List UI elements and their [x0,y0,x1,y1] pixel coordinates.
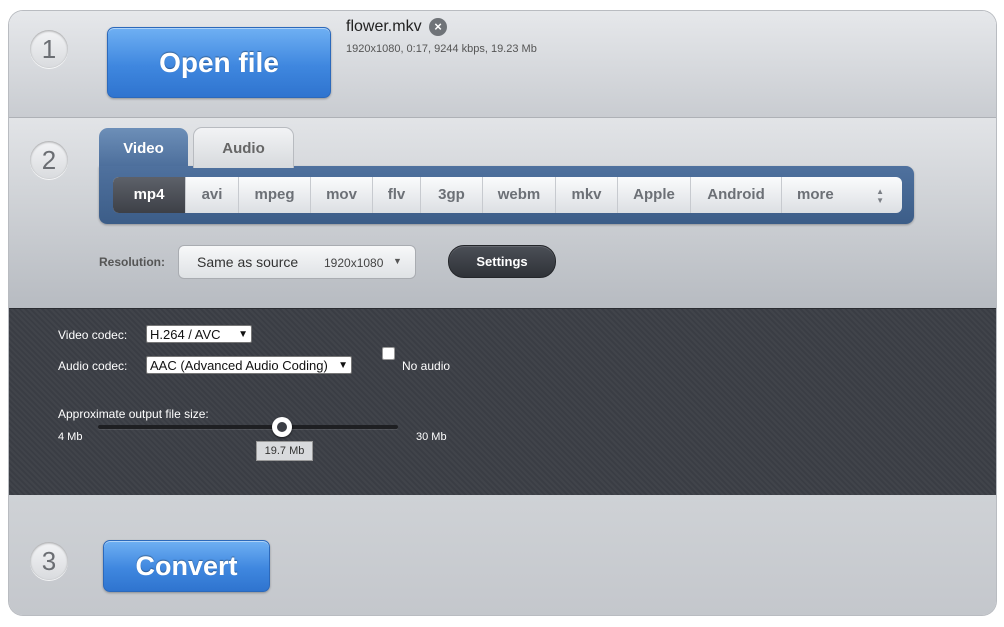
convert-button[interactable]: Convert [103,540,270,592]
audio-codec-label: Audio codec: [58,359,128,373]
no-audio-label: No audio [402,359,451,373]
file-size-min: 4 Mb [58,431,83,443]
settings-button[interactable]: Settings [448,245,556,278]
converter-panel [9,11,996,615]
file-size-label: Approximate output file size: [58,407,209,421]
resolution-label: Resolution: [99,255,165,269]
format-android[interactable]: Android [691,177,782,213]
format-webm[interactable]: webm [483,177,556,213]
format-apple[interactable]: Apple [618,177,691,213]
resolution-dims: 1920x1080 [324,256,384,270]
chevron-down-icon: ▼ [338,360,348,371]
format-more-label: more [797,186,834,203]
file-size-tooltip: 19.7 Mb [256,441,313,461]
file-size-max: 30 Mb [416,431,447,443]
audio-codec-select[interactable]: AAC (Advanced Audio Coding) ▼ [146,356,352,374]
step-number-2: 2 [30,141,68,179]
audio-codec-value: AAC (Advanced Audio Coding) [150,358,328,373]
format-more[interactable]: more ▲ ▼ [782,177,902,213]
tab-video[interactable]: Video [99,128,188,166]
open-file-button[interactable]: Open file [107,27,331,98]
step-number-1: 1 [30,30,68,68]
chevron-down-icon: ▼ [238,329,248,340]
format-flv[interactable]: flv [373,177,421,213]
video-codec-value: H.264 / AVC [150,327,221,342]
no-audio-checkbox[interactable] [382,347,395,360]
step-number-3: 3 [30,542,68,580]
format-mov[interactable]: mov [311,177,373,213]
format-mkv[interactable]: mkv [556,177,618,213]
file-info: 1920x1080, 0:17, 9244 kbps, 19.23 Mb [346,43,537,55]
format-selector: mp4 avi mpeg mov flv 3gp webm mkv Apple … [113,177,902,213]
file-size-slider-track[interactable] [98,425,398,429]
file-name: flower.mkv [346,18,422,35]
resolution-value: Same as source [197,254,299,270]
format-3gp[interactable]: 3gp [421,177,483,213]
video-codec-select[interactable]: H.264 / AVC ▼ [146,325,252,343]
format-avi[interactable]: avi [186,177,239,213]
up-down-arrows-icon: ▲ ▼ [876,187,884,205]
format-mp4[interactable]: mp4 [113,177,186,213]
tab-audio[interactable]: Audio [193,127,294,168]
video-codec-label: Video codec: [58,328,128,342]
chevron-down-icon: ▼ [393,256,402,266]
close-icon[interactable]: × [429,18,447,36]
file-size-slider-thumb[interactable] [272,417,292,437]
format-mpeg[interactable]: mpeg [239,177,311,213]
resolution-select[interactable]: Same as source 1920x1080 ▼ [178,245,416,279]
